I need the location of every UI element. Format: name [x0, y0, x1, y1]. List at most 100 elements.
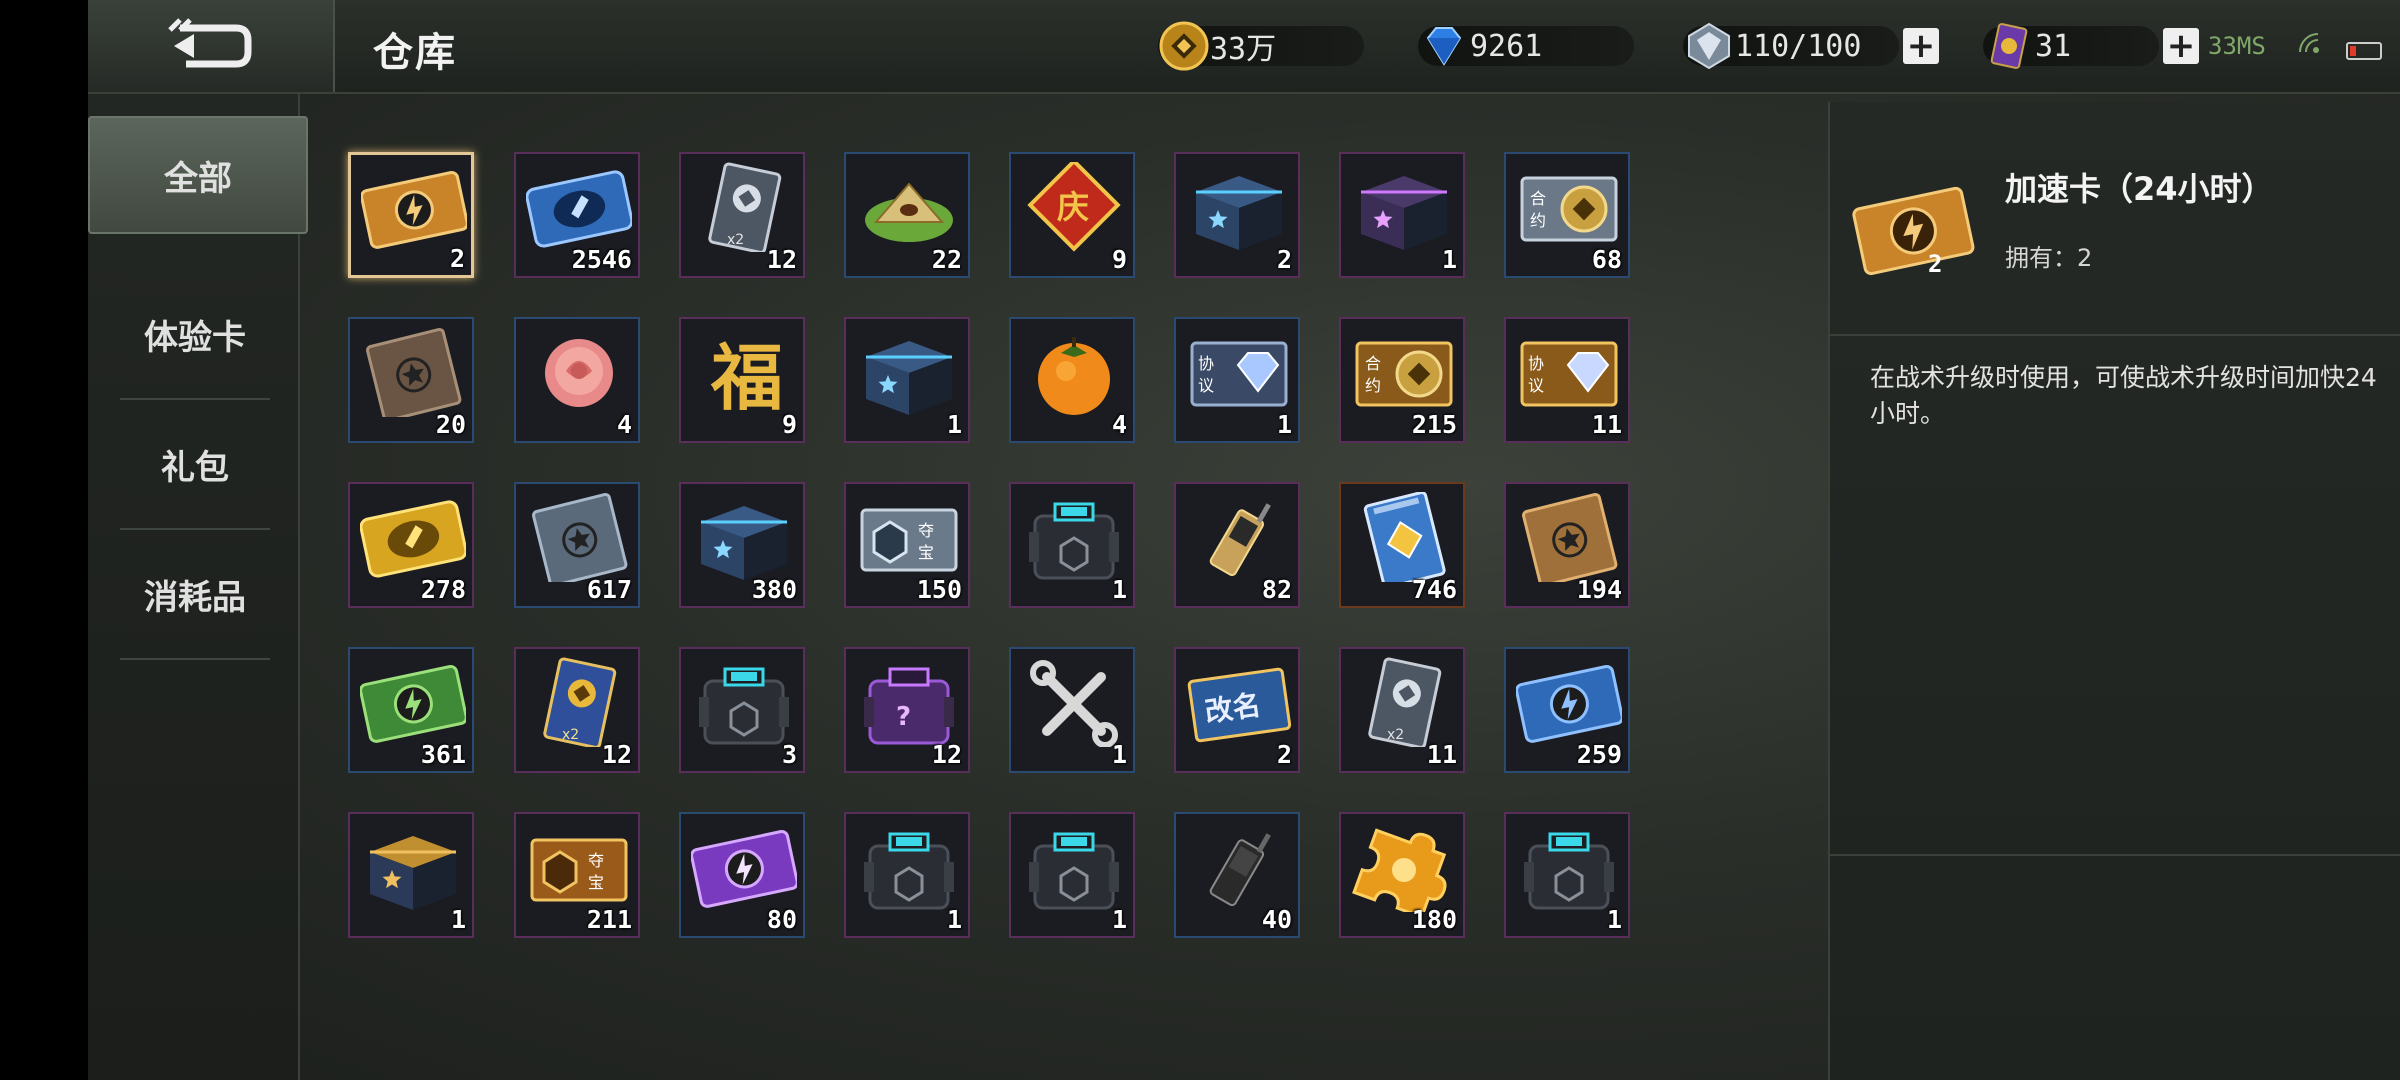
signal-icon [2299, 33, 2319, 53]
svg-text:约: 约 [1530, 211, 1546, 230]
inventory-slot[interactable]: 40 [1174, 812, 1300, 938]
add-ticket-button[interactable]: + [2163, 28, 2199, 64]
inventory-slot[interactable]: 361 [348, 647, 474, 773]
item-count: 40 [1261, 905, 1292, 934]
inventory-slot[interactable]: x2 12 [679, 152, 805, 278]
category-tab-consumables[interactable]: 消耗品 [120, 530, 270, 660]
inventory-slot[interactable]: 617 [514, 482, 640, 608]
inventory-slot[interactable]: 福9 [679, 317, 805, 443]
inventory-slot[interactable]: 20 [348, 317, 474, 443]
inventory-slot[interactable]: 4 [1009, 317, 1135, 443]
brown-star-book-icon [366, 327, 462, 417]
item-count: 380 [751, 575, 797, 604]
contract-coin-gold-icon: 合约 [1355, 341, 1453, 407]
purple-star-box-icon [1361, 176, 1447, 250]
inventory-slot[interactable]: 合约 68 [1504, 152, 1630, 278]
item-count: 4 [616, 410, 632, 439]
protocol-diamond-icon: 协议 [1190, 341, 1288, 407]
item-detail-header: 2 加速卡（24小时） 拥有：2 [1830, 102, 2400, 336]
category-tab-all[interactable]: 全部 [88, 116, 308, 234]
inventory-slot[interactable]: 合约 215 [1339, 317, 1465, 443]
svg-text:协: 协 [1528, 354, 1544, 373]
app: 仓库 33万 9261 110/100 + 31 + 33MS 全部 体验卡 礼… [88, 0, 2400, 1080]
supply-crate-icon [1029, 832, 1119, 910]
inventory-slot[interactable]: 1 [1009, 812, 1135, 938]
blue-ticket-icon [526, 170, 632, 248]
contract-coin-icon: 合约 [1520, 176, 1618, 242]
speedup-card-orange-icon [361, 171, 467, 249]
supply-crate-icon [864, 832, 954, 910]
svg-text:协: 协 [1198, 354, 1214, 373]
inventory-slot[interactable]: 278 [348, 482, 474, 608]
svg-text:宝: 宝 [918, 543, 934, 562]
persimmon-icon [1038, 337, 1110, 415]
inventory-slot[interactable]: 协议 1 [1174, 317, 1300, 443]
svg-text:议: 议 [1528, 376, 1544, 395]
inventory-slot[interactable]: 1 [1504, 812, 1630, 938]
svg-text:x2: x2 [1387, 727, 1404, 743]
inventory-slot[interactable]: 2 [348, 152, 474, 278]
inventory-slot[interactable]: 746 [1339, 482, 1465, 608]
item-count: 278 [420, 575, 466, 604]
inventory-slot[interactable]: 1 [348, 812, 474, 938]
inventory-slot[interactable]: 4 [514, 317, 640, 443]
item-count: 180 [1411, 905, 1457, 934]
inventory-slot[interactable]: 194 [1504, 482, 1630, 608]
svg-text:夺: 夺 [918, 521, 934, 540]
back-button[interactable] [88, 0, 335, 92]
inventory-slot[interactable]: 改名 2 [1174, 647, 1300, 773]
category-tab-trial-cards[interactable]: 体验卡 [120, 270, 270, 400]
inventory-slot[interactable]: 夺宝 150 [844, 482, 970, 608]
item-count: 2 [1276, 740, 1292, 769]
inventory-slot[interactable]: 1 [1339, 152, 1465, 278]
blue-chip-card-icon [1363, 492, 1446, 582]
inventory-slot[interactable]: 2546 [514, 152, 640, 278]
item-count: 1 [1111, 905, 1127, 934]
inventory-slot[interactable]: 1 [844, 317, 970, 443]
inventory-slot[interactable]: 22 [844, 152, 970, 278]
inventory-slot[interactable]: 庆9 [1009, 152, 1135, 278]
category-label: 消耗品 [144, 577, 246, 618]
item-count: 9 [1111, 245, 1127, 274]
svg-text:?: ? [896, 702, 911, 732]
item-count: 22 [931, 245, 962, 274]
inventory-slot[interactable]: 2 [1174, 152, 1300, 278]
silver-crystal-icon [1688, 22, 1730, 70]
item-count: 12 [601, 740, 632, 769]
inventory-slot[interactable]: 1 [1009, 647, 1135, 773]
inventory-slot[interactable]: 259 [1504, 647, 1630, 773]
inventory-slot[interactable]: x2 11 [1339, 647, 1465, 773]
inventory-slot[interactable]: 3 [679, 647, 805, 773]
purple-mystery-crate-icon: ? [864, 667, 954, 745]
category-label: 礼包 [161, 447, 229, 488]
inventory-slot[interactable]: 380 [679, 482, 805, 608]
inventory-slot[interactable]: 180 [1339, 812, 1465, 938]
svg-text:议: 议 [1198, 376, 1214, 395]
battery-icon [2346, 42, 2382, 60]
inventory-slot[interactable]: 协议 11 [1504, 317, 1630, 443]
item-count: 2546 [571, 245, 632, 274]
ping-indicator: 33MS [2208, 32, 2266, 60]
category-tab-gift-packs[interactable]: 礼包 [120, 400, 270, 530]
item-count: 746 [1411, 575, 1457, 604]
inventory-slot[interactable]: 1 [844, 812, 970, 938]
inventory-slot[interactable]: 夺宝 211 [514, 812, 640, 938]
rose-icon [545, 339, 613, 407]
item-count: 11 [1426, 740, 1457, 769]
gold-amount: 33万 [1210, 32, 1277, 67]
gold-star-box-icon [370, 836, 456, 910]
inventory-slot[interactable]: 80 [679, 812, 805, 938]
add-stamina-button[interactable]: + [1903, 28, 1939, 64]
item-count: 12 [931, 740, 962, 769]
item-count: 1 [450, 905, 466, 934]
supply-crate-icon [1029, 502, 1119, 580]
inventory-slot[interactable]: 82 [1174, 482, 1300, 608]
back-arrow-icon [167, 18, 251, 68]
silver-star-book-icon [532, 492, 628, 582]
inventory-slot[interactable]: ? 12 [844, 647, 970, 773]
speedup-card-green-icon [360, 665, 466, 743]
category-sidebar: 全部 体验卡 礼包 消耗品 [88, 94, 308, 1080]
inventory-slot[interactable]: x2 12 [514, 647, 640, 773]
inventory-slot[interactable]: 1 [1009, 482, 1135, 608]
item-detail-panel: 2 加速卡（24小时） 拥有：2 在战术升级时使用，可使战术升级时间加快24小时… [1828, 102, 2400, 1080]
